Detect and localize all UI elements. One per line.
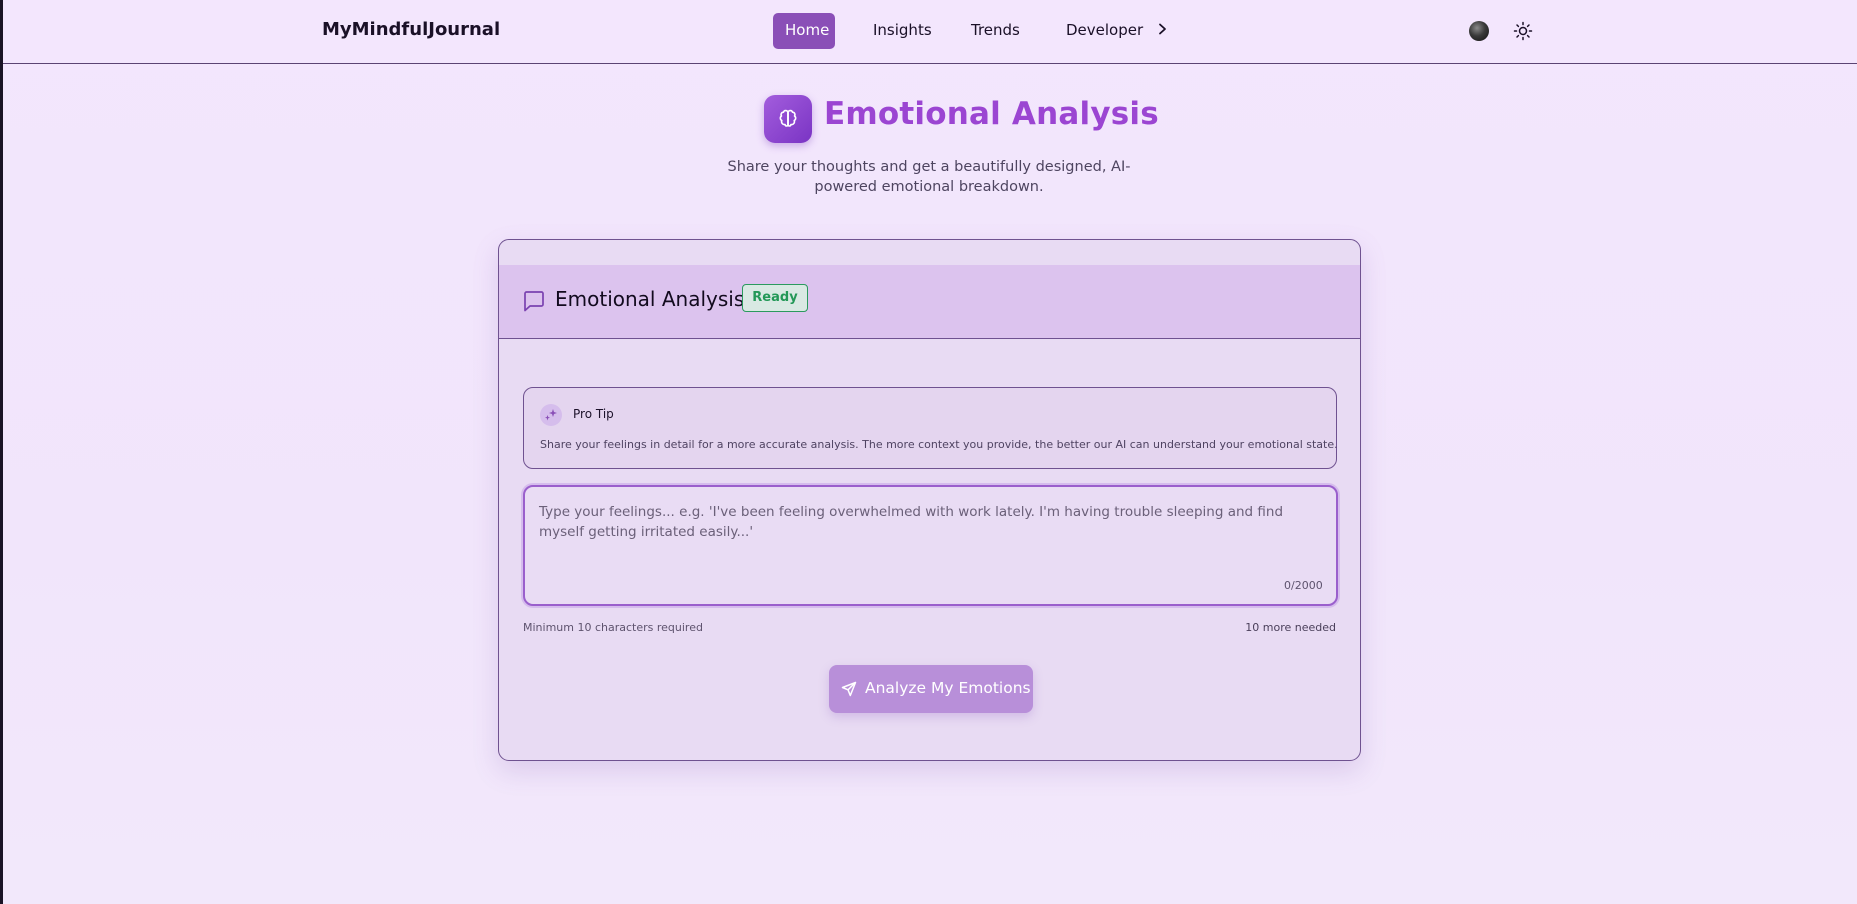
pro-tip-title: Pro Tip xyxy=(573,407,614,421)
pro-tip-box: Pro Tip Share your feelings in detail fo… xyxy=(523,387,1338,469)
char-count: 0/2000 xyxy=(1284,579,1323,592)
pro-tip-text: Share your feelings in detail for a more… xyxy=(540,438,1338,451)
send-icon xyxy=(841,681,857,701)
card-header: Emotional Analysis Ready xyxy=(499,265,1360,339)
brand-logo[interactable]: MyMindfulJournal xyxy=(322,19,500,40)
min-characters-note: Minimum 10 characters required xyxy=(523,621,703,634)
chevron-right-icon xyxy=(1158,21,1167,39)
sun-icon[interactable] xyxy=(1513,21,1533,41)
analyze-button[interactable]: Analyze My Emotions xyxy=(829,665,1033,713)
nav-trends[interactable]: Trends xyxy=(959,13,1032,49)
sparkles-icon xyxy=(540,404,562,426)
nav-developer[interactable]: Developer xyxy=(1054,13,1179,49)
analysis-card: Emotional Analysis Ready Pro Tip Share y… xyxy=(498,239,1361,761)
analyze-button-label: Analyze My Emotions xyxy=(865,679,1031,697)
top-navbar: MyMindfulJournal Home Insights Trends De… xyxy=(3,0,1857,64)
page-subtitle: Share your thoughts and get a beautifull… xyxy=(727,159,1131,195)
nav-developer-label: Developer xyxy=(1066,21,1144,39)
nav-home[interactable]: Home xyxy=(773,13,835,49)
brain-icon xyxy=(764,95,812,143)
status-badge: Ready xyxy=(742,284,808,312)
card-title: Emotional Analysis xyxy=(555,287,745,311)
window-edge xyxy=(0,0,3,904)
message-square-icon xyxy=(523,290,545,316)
feelings-input[interactable] xyxy=(523,485,1338,606)
nav-insights[interactable]: Insights xyxy=(861,13,944,49)
page-title: Emotional Analysis xyxy=(824,96,1159,132)
avatar-icon[interactable] xyxy=(1469,21,1489,41)
characters-needed-note: 10 more needed xyxy=(1245,621,1336,634)
